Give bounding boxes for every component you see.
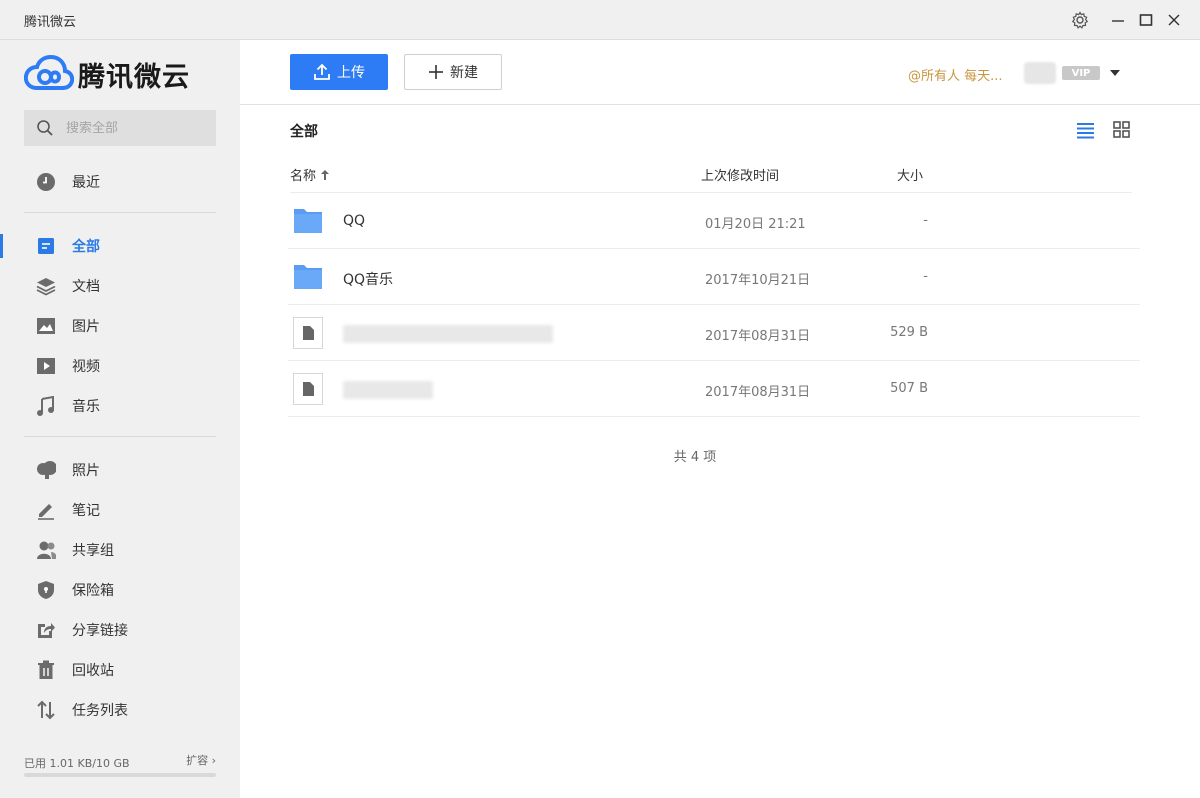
video-icon (36, 356, 56, 376)
sidebar-item-tasks[interactable]: 任务列表 (0, 690, 240, 730)
search-icon (37, 120, 53, 136)
sidebar: 腾讯微云 最近 全部 文档 图片 视频 音乐 照片 笔记 共享组 (0, 40, 240, 798)
sidebar-item-recent[interactable]: 最近 (0, 162, 240, 202)
sidebar-item-label: 回收站 (72, 663, 114, 679)
plus-icon (429, 65, 443, 79)
file-name-redacted (343, 325, 553, 343)
sidebar-item-label: 分享链接 (72, 623, 128, 639)
storage-bar (24, 773, 216, 777)
breadcrumb: 全部 (290, 124, 318, 140)
sidebar-item-label: 音乐 (72, 399, 100, 415)
caret-down-icon[interactable] (1110, 70, 1120, 76)
upload-icon (314, 63, 330, 80)
file-name: QQ音乐 (343, 272, 394, 288)
close-icon[interactable] (1162, 8, 1186, 32)
sidebar-item-label: 视频 (72, 359, 100, 375)
column-header-name[interactable]: 名称 (290, 165, 330, 184)
sidebar-item-safe[interactable]: 保险箱 (0, 570, 240, 610)
column-name-label: 名称 (290, 169, 317, 184)
brand-name: 腾讯微云 (78, 61, 190, 93)
cloud-logo-icon (24, 54, 74, 90)
avatar[interactable] (1024, 62, 1056, 84)
music-icon (36, 396, 56, 416)
expand-storage-link[interactable]: 扩容 › (186, 752, 216, 768)
vip-badge[interactable]: VIP (1062, 66, 1100, 80)
sidebar-item-share-links[interactable]: 分享链接 (0, 610, 240, 650)
transfer-icon (36, 700, 56, 720)
nav-divider (24, 436, 216, 437)
nav-divider (24, 212, 216, 213)
sidebar-item-label: 任务列表 (72, 703, 128, 719)
toolbar: 上传 新建 @所有人 每天... VIP (240, 40, 1200, 105)
notice-link[interactable]: @所有人 每天... (908, 65, 1003, 84)
sidebar-item-music[interactable]: 音乐 (0, 386, 240, 426)
storage-usage: 已用 1.01 KB/10 GB 扩容 › (24, 752, 216, 777)
sidebar-item-label: 图片 (72, 319, 100, 335)
sidebar-item-label: 笔记 (72, 503, 100, 519)
share-icon (36, 620, 56, 640)
sidebar-item-groups[interactable]: 共享组 (0, 530, 240, 570)
image-icon (36, 316, 56, 336)
file-modified: 2017年08月31日 (705, 329, 811, 344)
file-size: - (923, 269, 928, 284)
brand-logo: 腾讯微云 (24, 54, 190, 94)
file-size: 529 B (890, 325, 928, 340)
sidebar-item-all[interactable]: 全部 (0, 226, 240, 266)
folder-icon (294, 209, 322, 233)
search-box[interactable] (24, 110, 216, 146)
file-modified: 2017年08月31日 (705, 385, 811, 400)
upload-button[interactable]: 上传 (290, 54, 388, 90)
table-row[interactable]: 2017年08月31日 507 B (288, 361, 1140, 417)
table-row[interactable]: 2017年08月31日 529 B (288, 305, 1140, 361)
table-row[interactable]: QQ 01月20日 21:21 - (288, 193, 1140, 249)
group-icon (36, 540, 56, 560)
sidebar-item-label: 共享组 (72, 543, 114, 559)
sidebar-item-documents[interactable]: 文档 (0, 266, 240, 306)
settings-gear-icon[interactable] (1068, 8, 1092, 32)
storage-used-text: 已用 1.01 KB/10 GB (24, 757, 130, 770)
pen-icon (36, 500, 56, 520)
expand-storage-label: 扩容 (186, 754, 209, 767)
document-icon (293, 317, 323, 349)
layers-icon (36, 276, 56, 296)
new-button[interactable]: 新建 (404, 54, 502, 90)
sidebar-item-label: 文档 (72, 279, 100, 295)
new-label: 新建 (450, 64, 478, 80)
file-name-redacted (343, 381, 433, 399)
column-header-modified[interactable]: 上次修改时间 (701, 165, 779, 184)
grid-view-icon[interactable] (1111, 120, 1133, 140)
column-header-size[interactable]: 大小 (897, 165, 923, 184)
minimize-icon[interactable] (1106, 8, 1130, 32)
all-files-icon (36, 236, 56, 256)
window-title: 腾讯微云 (24, 15, 77, 30)
sidebar-item-label: 最近 (72, 175, 100, 191)
sidebar-item-label: 全部 (72, 239, 100, 255)
file-size: - (923, 213, 928, 228)
sidebar-item-notes[interactable]: 笔记 (0, 490, 240, 530)
file-modified: 2017年10月21日 (705, 273, 811, 288)
clock-icon (36, 172, 56, 192)
document-icon (293, 373, 323, 405)
shield-icon (36, 580, 56, 600)
sidebar-item-images[interactable]: 图片 (0, 306, 240, 346)
vip-label: VIP (1071, 67, 1091, 79)
item-count: 共 4 项 (673, 450, 717, 465)
file-size: 507 B (890, 381, 928, 396)
table-row[interactable]: QQ音乐 2017年10月21日 - (288, 249, 1140, 305)
sidebar-item-videos[interactable]: 视频 (0, 346, 240, 386)
sidebar-item-trash[interactable]: 回收站 (0, 650, 240, 690)
search-input[interactable] (66, 120, 196, 136)
sort-arrow-up-icon (321, 170, 330, 180)
upload-label: 上传 (337, 64, 365, 80)
list-view-icon[interactable] (1075, 120, 1097, 140)
title-bar: 腾讯微云 (0, 0, 1200, 40)
chevron-right-icon: › (211, 754, 216, 767)
trash-icon (36, 660, 56, 680)
file-name: QQ (343, 213, 366, 229)
sidebar-item-label: 保险箱 (72, 583, 114, 599)
maximize-icon[interactable] (1134, 8, 1158, 32)
folder-icon (294, 265, 322, 289)
file-modified: 01月20日 21:21 (705, 217, 806, 232)
